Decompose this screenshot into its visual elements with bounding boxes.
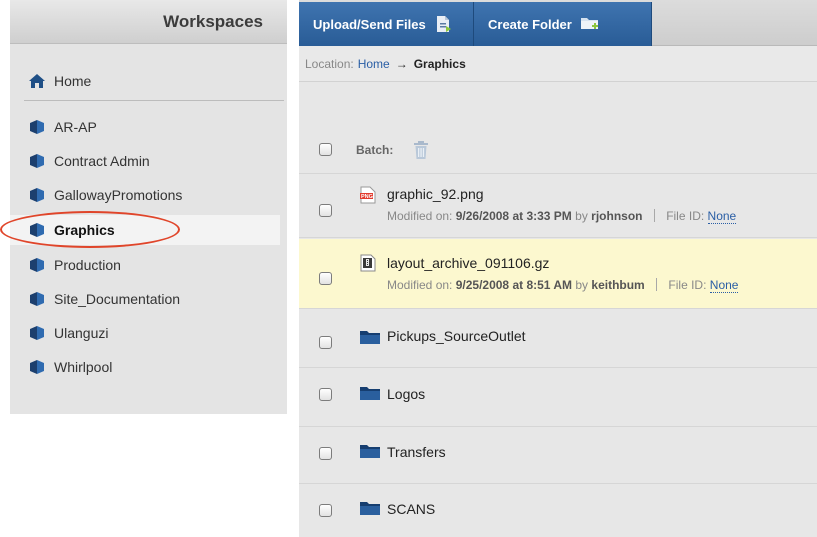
sidebar-item-label: AR-AP xyxy=(54,119,97,135)
meta-divider xyxy=(656,278,658,291)
create-folder-label: Create Folder xyxy=(488,16,572,32)
file-meta: Modified on: 9/25/2008 at 8:51 AM by kei… xyxy=(387,278,739,293)
row-checkbox[interactable] xyxy=(319,336,332,349)
workspace-icon xyxy=(28,257,46,273)
new-folder-icon xyxy=(580,15,598,33)
workspace-icon xyxy=(28,325,46,341)
file-id-link[interactable]: None xyxy=(709,278,739,293)
upload-button-label: Upload/Send Files xyxy=(313,16,426,32)
file-id-link[interactable]: None xyxy=(707,209,737,224)
workspace-icon xyxy=(28,291,46,307)
folder-name[interactable]: Logos xyxy=(387,386,425,402)
breadcrumb-current: Graphics xyxy=(413,56,466,71)
row-checkbox[interactable] xyxy=(319,447,332,460)
row-checkbox[interactable] xyxy=(319,504,332,517)
sidebar-divider xyxy=(24,100,284,101)
sidebar-item-ar-ap[interactable]: AR-AP xyxy=(10,112,280,142)
home-icon xyxy=(28,73,46,89)
workspace-icon xyxy=(28,153,46,169)
sidebar-item-label: Production xyxy=(54,257,121,273)
sidebar-item-whirlpool[interactable]: Whirlpool xyxy=(10,352,280,382)
sidebar-title: Workspaces xyxy=(10,0,287,44)
sidebar-item-graphics[interactable]: Graphics xyxy=(10,215,280,245)
sidebar-item-label: Contract Admin xyxy=(54,153,150,169)
sidebar-item-ulanguzi[interactable]: Ulanguzi xyxy=(10,318,280,348)
create-folder-button[interactable]: Create Folder xyxy=(474,2,652,46)
file-browser-panel: Upload/Send Files Create Folder Location… xyxy=(299,0,817,537)
folder-icon xyxy=(360,444,380,458)
file-name[interactable]: layout_archive_091106.gz xyxy=(387,255,549,271)
modified-user: rjohnson xyxy=(591,209,643,223)
workspace-icon xyxy=(28,222,46,238)
sidebar-item-galloway-promotions[interactable]: GallowayPromotions xyxy=(10,180,280,210)
folder-row[interactable]: Logos xyxy=(299,369,817,427)
toolbar: Upload/Send Files Create Folder xyxy=(299,0,817,46)
by-label: by xyxy=(575,209,588,223)
upload-file-icon xyxy=(434,15,452,33)
by-label: by xyxy=(575,278,589,292)
folder-name[interactable]: Transfers xyxy=(387,444,446,460)
modified-prefix: Modified on: xyxy=(387,278,453,292)
row-checkbox[interactable] xyxy=(319,272,332,285)
folder-name[interactable]: Pickups_SourceOutlet xyxy=(387,328,526,344)
file-row[interactable]: layout_archive_091106.gz Modified on: 9/… xyxy=(299,239,817,309)
sidebar-item-home[interactable]: Home xyxy=(10,66,280,96)
meta-divider xyxy=(653,209,655,222)
trash-icon[interactable] xyxy=(413,140,429,160)
sidebar-item-label: Graphics xyxy=(54,222,115,238)
folder-row[interactable]: Pickups_SourceOutlet xyxy=(299,310,817,368)
folder-row[interactable]: SCANS xyxy=(299,485,817,537)
batch-label: Batch: xyxy=(356,143,394,157)
png-file-icon: PNG xyxy=(360,186,376,204)
select-all-checkbox[interactable] xyxy=(319,143,332,156)
sidebar-item-label: Whirlpool xyxy=(54,359,113,375)
upload-send-files-button[interactable]: Upload/Send Files xyxy=(299,2,474,46)
modified-user: keithbum xyxy=(591,278,645,292)
workspaces-sidebar: Workspaces Home AR-AP Contract Admin Gal… xyxy=(10,0,287,414)
breadcrumb-home-link[interactable]: Home xyxy=(358,57,390,71)
workspace-icon xyxy=(28,359,46,375)
row-checkbox[interactable] xyxy=(319,388,332,401)
file-meta: Modified on: 9/26/2008 at 3:33 PM by rjo… xyxy=(387,209,737,224)
folder-icon xyxy=(360,386,380,400)
folder-name[interactable]: SCANS xyxy=(387,501,435,517)
sidebar-item-label: GallowayPromotions xyxy=(54,187,183,203)
sidebar-item-production[interactable]: Production xyxy=(10,250,280,280)
file-name[interactable]: graphic_92.png xyxy=(387,186,484,202)
location-prefix: Location: xyxy=(305,56,354,71)
svg-text:PNG: PNG xyxy=(361,194,373,200)
file-row[interactable]: PNG graphic_92.png Modified on: 9/26/200… xyxy=(299,175,817,238)
breadcrumb: Location: Home → Graphics xyxy=(299,46,817,82)
modified-date: 9/26/2008 at 3:33 PM xyxy=(455,209,572,223)
sidebar-item-label: Home xyxy=(54,73,92,89)
modified-prefix: Modified on: xyxy=(387,209,453,223)
sidebar-item-contract-admin[interactable]: Contract Admin xyxy=(10,146,280,176)
modified-date: 9/25/2008 at 8:51 AM xyxy=(455,278,573,292)
sidebar-item-site-documentation[interactable]: Site_Documentation xyxy=(10,284,280,314)
sidebar-item-label: Ulanguzi xyxy=(54,325,109,341)
archive-file-icon xyxy=(360,254,376,272)
batch-actions-row: Batch: xyxy=(299,124,817,174)
folder-icon xyxy=(360,330,380,344)
workspace-icon xyxy=(28,119,46,135)
sidebar-item-label: Site_Documentation xyxy=(54,291,181,307)
file-id-label: File ID: xyxy=(668,278,707,292)
file-id-label: File ID: xyxy=(666,209,705,223)
folder-row[interactable]: Transfers xyxy=(299,428,817,484)
breadcrumb-arrow-icon: → xyxy=(395,56,408,71)
workspace-icon xyxy=(28,187,46,203)
folder-icon xyxy=(360,501,380,515)
row-checkbox[interactable] xyxy=(319,204,332,217)
